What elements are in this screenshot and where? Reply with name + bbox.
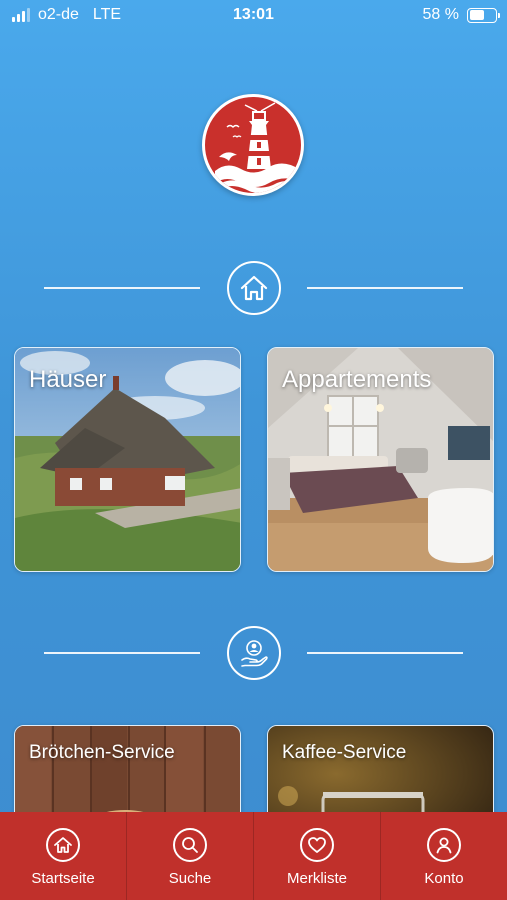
lighthouse-logo[interactable]: [202, 94, 304, 196]
tab-label-konto: Konto: [424, 870, 464, 887]
tab-label-suche: Suche: [168, 870, 212, 887]
hand-person-icon: [241, 640, 268, 667]
status-bar: o2-de LTE 13:01 58 %: [0, 0, 507, 32]
card-appartements[interactable]: Appartements: [267, 347, 494, 572]
tab-bar: Startseite Suche Merkliste Konto: [0, 812, 507, 900]
house-section-icon: [227, 261, 281, 315]
card-title-appartements: Appartements: [282, 366, 432, 393]
battery-percent: 58 %: [422, 6, 459, 23]
tab-konto[interactable]: Konto: [381, 812, 507, 900]
card-haeuser[interactable]: Häuser: [14, 347, 241, 572]
tab-label-startseite: Startseite: [31, 870, 95, 887]
tab-suche[interactable]: Suche: [127, 812, 254, 900]
user-icon: [427, 828, 461, 862]
search-icon: [173, 828, 207, 862]
divider-line-right-2: [307, 652, 463, 654]
tab-merkliste[interactable]: Merkliste: [254, 812, 381, 900]
divider-line-right: [307, 287, 463, 289]
house-icon: [240, 275, 268, 301]
home-icon: [46, 828, 80, 862]
divider-line-left: [44, 287, 200, 289]
divider-line-left-2: [44, 652, 200, 654]
lighthouse-icon: [215, 102, 299, 193]
battery-icon: [467, 7, 500, 23]
tab-label-merkliste: Merkliste: [286, 870, 347, 887]
battery-level: [469, 10, 484, 20]
service-section-icon: [227, 626, 281, 680]
card-title-broetchen: Brötchen-Service: [29, 742, 175, 763]
status-right: 58 %: [422, 6, 500, 24]
card-title-kaffee: Kaffee-Service: [282, 742, 407, 763]
tab-startseite[interactable]: Startseite: [0, 812, 127, 900]
heart-icon: [300, 828, 334, 862]
card-title-haeuser: Häuser: [29, 366, 107, 393]
